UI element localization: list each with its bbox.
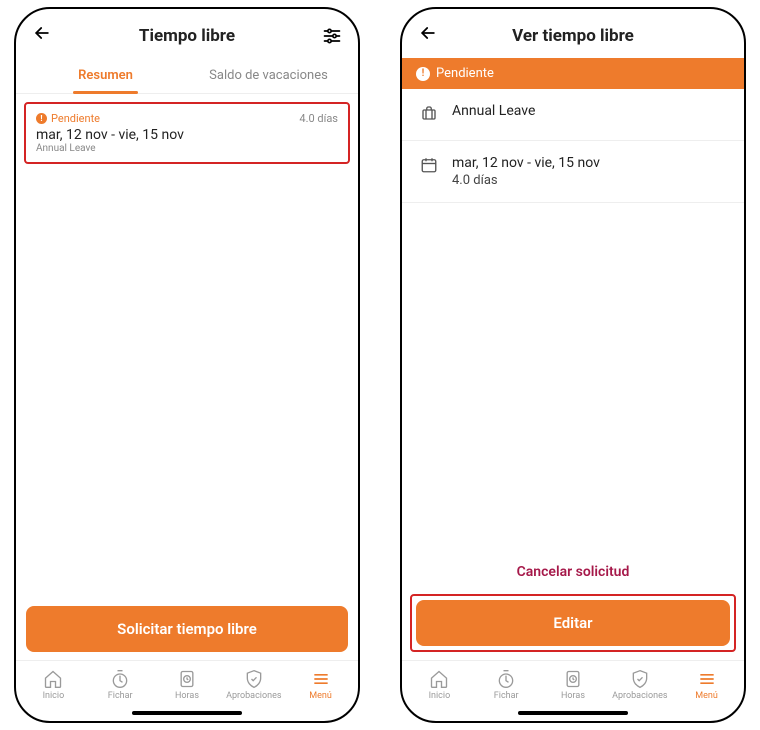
primary-button-container: Editar xyxy=(410,594,736,652)
bottom-nav: Inicio Fichar Horas Aprobaciones Menú xyxy=(402,660,744,707)
cancel-request-button[interactable]: Cancelar solicitud xyxy=(402,550,744,594)
tab-summary[interactable]: Resumen xyxy=(24,58,187,93)
nav-hours[interactable]: Horas xyxy=(540,669,607,701)
nav-label: Inicio xyxy=(429,691,451,701)
nav-label: Fichar xyxy=(494,691,519,701)
phone-left: Tiempo libre Resumen Saldo de vacaciones… xyxy=(14,7,360,723)
nav-clock[interactable]: Fichar xyxy=(87,669,154,701)
status-text: Pendiente xyxy=(51,112,100,125)
nav-label: Horas xyxy=(561,691,585,701)
date-range: mar, 12 nov - vie, 15 nov xyxy=(36,127,338,143)
home-indicator xyxy=(132,711,242,715)
nav-label: Aprobaciones xyxy=(226,691,281,701)
nav-label: Menú xyxy=(695,691,718,701)
nav-home[interactable]: Inicio xyxy=(406,669,473,701)
leave-type-value: Annual Leave xyxy=(452,103,535,119)
spacer xyxy=(16,172,358,606)
nav-label: Aprobaciones xyxy=(612,691,667,701)
card-top-row: ! Pendiente 4.0 días xyxy=(36,112,338,125)
leave-type: Annual Leave xyxy=(36,143,338,154)
shield-check-icon xyxy=(630,669,650,689)
stopwatch-icon xyxy=(496,669,516,689)
bottom-nav: Inicio Fichar Horas Aprobaciones Menú xyxy=(16,660,358,707)
back-icon[interactable] xyxy=(418,23,438,48)
request-time-off-button[interactable]: Solicitar tiempo libre xyxy=(26,606,348,652)
nav-clock[interactable]: Fichar xyxy=(473,669,540,701)
nav-hours[interactable]: Horas xyxy=(154,669,221,701)
filter-icon[interactable] xyxy=(322,26,342,46)
home-indicator xyxy=(518,711,628,715)
nav-approvals[interactable]: Aprobaciones xyxy=(220,669,287,701)
primary-button-container: Solicitar tiempo libre xyxy=(16,606,358,660)
shield-check-icon xyxy=(244,669,264,689)
header: Tiempo libre xyxy=(16,9,358,58)
status-text: Pendiente xyxy=(436,66,494,81)
home-icon xyxy=(429,669,449,689)
stopwatch-icon xyxy=(110,669,130,689)
date-range-value: mar, 12 nov - vie, 15 nov xyxy=(452,155,600,171)
status-badge: ! Pendiente xyxy=(36,112,100,125)
nav-home[interactable]: Inicio xyxy=(20,669,87,701)
content: ! Pendiente 4.0 días mar, 12 nov - vie, … xyxy=(16,94,358,660)
page-title: Tiempo libre xyxy=(52,26,322,46)
back-icon[interactable] xyxy=(32,23,52,48)
nav-approvals[interactable]: Aprobaciones xyxy=(606,669,673,701)
nav-label: Menú xyxy=(309,691,332,701)
nav-label: Horas xyxy=(175,691,199,701)
menu-icon xyxy=(697,669,717,689)
menu-icon xyxy=(311,669,331,689)
leave-type-row: Annual Leave xyxy=(402,89,744,141)
home-icon xyxy=(43,669,63,689)
page-title: Ver tiempo libre xyxy=(438,26,708,46)
status-banner: ! Pendiente xyxy=(402,58,744,89)
suitcase-icon xyxy=(420,103,438,126)
timesheet-icon xyxy=(177,669,197,689)
content: Annual Leave mar, 12 nov - vie, 15 nov 4… xyxy=(402,89,744,660)
nav-label: Inicio xyxy=(43,691,65,701)
header: Ver tiempo libre xyxy=(402,9,744,58)
timesheet-icon xyxy=(563,669,583,689)
info-icon: ! xyxy=(36,113,47,124)
days-value: 4.0 días xyxy=(452,173,600,188)
nav-menu[interactable]: Menú xyxy=(287,669,354,701)
spacer xyxy=(402,203,744,550)
date-row: mar, 12 nov - vie, 15 nov 4.0 días xyxy=(402,141,744,203)
nav-menu[interactable]: Menú xyxy=(673,669,740,701)
info-icon: ! xyxy=(416,67,430,81)
leave-request-card[interactable]: ! Pendiente 4.0 días mar, 12 nov - vie, … xyxy=(24,102,350,164)
tab-balance[interactable]: Saldo de vacaciones xyxy=(187,58,350,93)
phone-right: Ver tiempo libre ! Pendiente Annual Leav… xyxy=(400,7,746,723)
calendar-icon xyxy=(420,155,438,178)
edit-button[interactable]: Editar xyxy=(416,600,730,646)
tabs: Resumen Saldo de vacaciones xyxy=(16,58,358,94)
days-count: 4.0 días xyxy=(299,112,338,125)
nav-label: Fichar xyxy=(108,691,133,701)
